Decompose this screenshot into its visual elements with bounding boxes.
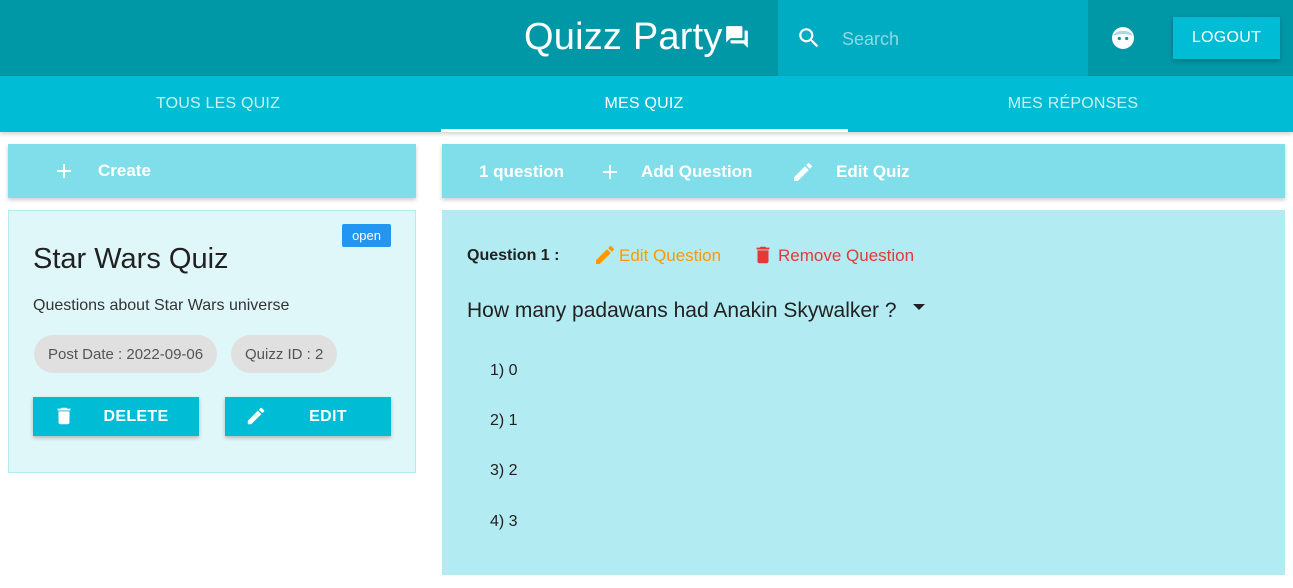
edit-quiz-button[interactable]: Edit Quiz — [836, 162, 910, 182]
quiz-card[interactable]: open Star Wars Quiz Questions about Star… — [8, 210, 416, 473]
question-text: How many padawans had Anakin Skywalker ? — [467, 299, 897, 322]
search-input[interactable] — [840, 22, 1074, 56]
question-label: Question 1 : — [467, 247, 560, 264]
delete-quiz-button[interactable]: DELETE — [33, 397, 199, 436]
quiz-title: Star Wars Quiz — [33, 243, 229, 275]
face-icon[interactable] — [1110, 25, 1136, 51]
add-question-button[interactable]: Add Question — [641, 162, 752, 182]
answer-item: 4) 3 — [490, 513, 518, 530]
logout-button[interactable]: LOGOUT — [1173, 17, 1280, 59]
quiz-id-chip: Quizz ID : 2 — [231, 335, 338, 373]
chat-icon[interactable] — [724, 24, 750, 50]
edit-question-button[interactable]: Edit Question — [619, 246, 721, 266]
answer-item: 3) 2 — [490, 462, 518, 479]
status-badge: open — [342, 224, 391, 247]
tab-mes-quiz[interactable]: MES QUIZ — [441, 76, 847, 132]
trash-icon[interactable] — [752, 243, 774, 267]
search-icon — [796, 25, 822, 51]
question-count: 1 question — [479, 162, 565, 181]
post-date-chip: Post Date : 2022-09-06 — [34, 335, 218, 373]
edit-quiz-card-button[interactable]: EDIT — [225, 397, 391, 436]
active-tab-indicator — [441, 129, 848, 132]
tab-bar: TOUS LES QUIZ MES QUIZ MES RÉPONSES — [0, 76, 1293, 132]
search-box[interactable] — [778, 0, 1088, 76]
trash-icon — [53, 405, 75, 427]
add-icon[interactable] — [598, 160, 622, 184]
plus-icon — [52, 159, 76, 183]
pencil-icon[interactable] — [791, 160, 815, 184]
create-quiz-button[interactable]: Create — [8, 144, 416, 198]
answer-item: 2) 1 — [490, 412, 518, 429]
remove-question-button[interactable]: Remove Question — [778, 246, 914, 266]
pencil-icon[interactable] — [593, 243, 617, 267]
app-title: Quizz Party — [524, 16, 723, 58]
quiz-toolbar: 1 question Add Question Edit Quiz — [442, 144, 1285, 198]
app-header: Quizz Party LOGOUT — [0, 0, 1293, 76]
caret-down-icon[interactable] — [912, 300, 926, 314]
pencil-icon — [245, 405, 267, 427]
quiz-description: Questions about Star Wars universe — [33, 297, 290, 314]
create-label: Create — [98, 161, 151, 180]
tab-mes-reponses[interactable]: MES RÉPONSES — [870, 76, 1276, 132]
tab-tous-les-quiz[interactable]: TOUS LES QUIZ — [15, 76, 421, 132]
answer-item: 1) 0 — [490, 362, 518, 379]
question-panel: Question 1 : Edit Question Remove Questi… — [442, 210, 1285, 575]
